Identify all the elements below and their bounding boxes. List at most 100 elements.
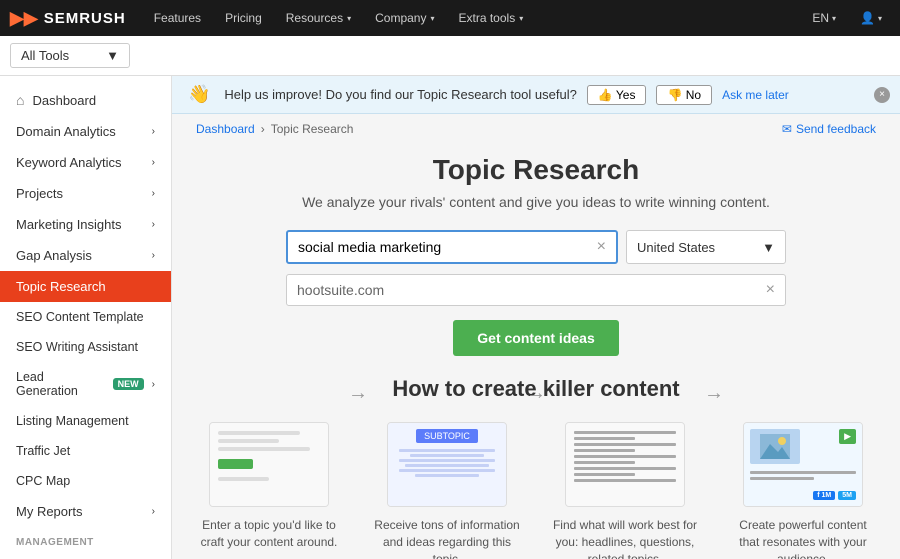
chevron-down-icon: › — [152, 379, 155, 390]
page-title: Topic Research — [196, 154, 876, 186]
chevron-down-icon: ▾ — [519, 14, 523, 23]
email-icon: ✉ — [782, 122, 792, 136]
domain-input[interactable] — [297, 282, 766, 298]
sidebar-item-gap-analysis[interactable]: Gap Analysis › — [0, 240, 171, 271]
feedback-banner: 👋 Help us improve! Do you find our Topic… — [172, 76, 900, 114]
page-header-bar: Dashboard › Topic Research ✉ Send feedba… — [172, 114, 900, 144]
content-area: 👋 Help us improve! Do you find our Topic… — [172, 76, 900, 559]
step-arrow-2: → — [520, 382, 552, 405]
sidebar-item-marketing-insights[interactable]: Marketing Insights › — [0, 209, 171, 240]
image-placeholder — [750, 429, 800, 464]
step-4-illustration: ▶ f 1M 5M — [743, 422, 863, 507]
step-3-illustration — [565, 422, 685, 507]
sidebar-item-listing-management[interactable]: Listing Management — [0, 406, 171, 436]
get-content-ideas-button[interactable]: Get content ideas — [453, 320, 618, 356]
step-2-description: Receive tons of information and ideas re… — [374, 517, 520, 559]
step-4: ▶ f 1M 5M Create powerful content that r… — [730, 422, 876, 559]
step-2: SUBTOPIC Receive tons of information and… — [374, 422, 520, 559]
steps-container: Enter a topic you'd like to craft your c… — [196, 422, 876, 559]
search-area: × United States ▼ × Get content ideas — [196, 230, 876, 356]
domain-input-wrap: × — [286, 274, 786, 306]
sidebar-item-keyword-analytics[interactable]: Keyword Analytics › — [0, 147, 171, 178]
subtopic-label: SUBTOPIC — [416, 429, 478, 443]
sidebar-item-cpc-map[interactable]: CPC Map — [0, 466, 171, 496]
sidebar: ⌂ Dashboard Domain Analytics › Keyword A… — [0, 76, 172, 559]
chevron-down-icon: › — [152, 219, 155, 230]
new-badge: NEW — [113, 378, 144, 390]
sidebar-item-dashboard[interactable]: ⌂ Dashboard — [0, 84, 171, 116]
yes-button[interactable]: 👍 Yes — [587, 85, 647, 105]
country-value: United States — [637, 240, 715, 255]
home-icon: ⌂ — [16, 92, 24, 108]
language-selector[interactable]: EN ▾ — [804, 0, 844, 36]
chevron-down-icon: › — [152, 126, 155, 137]
step-1-illustration — [209, 422, 329, 507]
chevron-down-icon: ▾ — [430, 14, 434, 23]
tools-bar: All Tools ▼ — [0, 36, 900, 76]
breadcrumb-home[interactable]: Dashboard — [196, 122, 255, 136]
sidebar-item-seo-writing-assistant[interactable]: SEO Writing Assistant — [0, 332, 171, 362]
logo[interactable]: ▶▶ SEMRUSH — [10, 8, 126, 29]
chevron-down-icon: › — [152, 188, 155, 199]
management-section-label: MANAGEMENT — [0, 527, 171, 552]
nav-pricing[interactable]: Pricing — [213, 0, 274, 36]
chevron-down-icon: ▾ — [878, 14, 882, 23]
main-content: Topic Research We analyze your rivals' c… — [172, 154, 900, 559]
nav-extra-tools[interactable]: Extra tools ▾ — [447, 0, 536, 36]
how-to-section: How to create killer content — [196, 376, 876, 559]
chevron-down-icon: ▼ — [762, 240, 775, 255]
step-3-description: Find what will work best for you: headli… — [552, 517, 698, 559]
step-1: Enter a topic you'd like to craft your c… — [196, 422, 342, 551]
step-4-description: Create powerful content that resonates w… — [730, 517, 876, 559]
twitter-badge: 5M — [838, 491, 856, 500]
close-button[interactable]: × — [874, 87, 890, 103]
chevron-down-icon: ▼ — [106, 48, 119, 63]
search-row: × United States ▼ — [286, 230, 786, 264]
facebook-badge: f 1M — [813, 491, 835, 500]
step-3: Find what will work best for you: headli… — [552, 422, 698, 559]
send-feedback-button[interactable]: ✉ Send feedback — [782, 122, 876, 136]
country-select[interactable]: United States ▼ — [626, 230, 786, 264]
chevron-down-icon: › — [152, 250, 155, 261]
sidebar-item-my-reports-mgmt[interactable]: My Reports + — [0, 552, 171, 559]
nav-company[interactable]: Company ▾ — [363, 0, 446, 36]
no-button[interactable]: 👎 No — [656, 85, 712, 105]
sidebar-item-my-reports[interactable]: My Reports › — [0, 496, 171, 527]
all-tools-select[interactable]: All Tools ▼ — [10, 43, 130, 68]
nav-right: EN ▾ 👤 ▾ — [804, 0, 890, 36]
breadcrumb: Dashboard › Topic Research — [196, 122, 353, 136]
sidebar-item-traffic-jet[interactable]: Traffic Jet — [0, 436, 171, 466]
clear-domain-button[interactable]: × — [766, 281, 775, 299]
step-2-illustration: SUBTOPIC — [387, 422, 507, 507]
chevron-down-icon: › — [152, 506, 155, 517]
nav-features[interactable]: Features — [142, 0, 213, 36]
top-navigation: ▶▶ SEMRUSH Features Pricing Resources ▾ … — [0, 0, 900, 36]
topic-input[interactable] — [298, 239, 597, 255]
topic-input-wrap: × — [286, 230, 618, 264]
breadcrumb-current: Topic Research — [271, 122, 354, 136]
social-badges: f 1M 5M — [813, 491, 856, 500]
user-menu[interactable]: 👤 ▾ — [852, 0, 890, 36]
nav-items: Features Pricing Resources ▾ Company ▾ E… — [142, 0, 805, 36]
domain-row: × — [286, 274, 786, 306]
step-1-description: Enter a topic you'd like to craft your c… — [196, 517, 342, 551]
step-arrow-1: → — [342, 382, 374, 405]
nav-resources[interactable]: Resources ▾ — [274, 0, 363, 36]
feedback-text: Help us improve! Do you find our Topic R… — [224, 87, 576, 102]
sidebar-item-topic-research[interactable]: Topic Research — [0, 271, 171, 302]
sidebar-item-seo-content-template[interactable]: SEO Content Template — [0, 302, 171, 332]
main-layout: ⌂ Dashboard Domain Analytics › Keyword A… — [0, 76, 900, 559]
ask-later-link[interactable]: Ask me later — [722, 88, 789, 102]
logo-arrows-icon: ▶▶ — [10, 8, 38, 29]
logo-text: SEMRUSH — [44, 10, 126, 27]
sidebar-item-lead-generation[interactable]: Lead Generation NEW › — [0, 362, 171, 406]
chevron-down-icon: ▾ — [347, 14, 351, 23]
share-icon: ▶ — [839, 429, 856, 444]
sidebar-item-projects[interactable]: Projects › — [0, 178, 171, 209]
chevron-down-icon: ▾ — [832, 14, 836, 23]
chevron-down-icon: › — [152, 157, 155, 168]
clear-topic-button[interactable]: × — [597, 238, 606, 256]
wave-icon: 👋 — [188, 84, 210, 105]
sidebar-item-domain-analytics[interactable]: Domain Analytics › — [0, 116, 171, 147]
page-subtitle: We analyze your rivals' content and give… — [196, 194, 876, 210]
